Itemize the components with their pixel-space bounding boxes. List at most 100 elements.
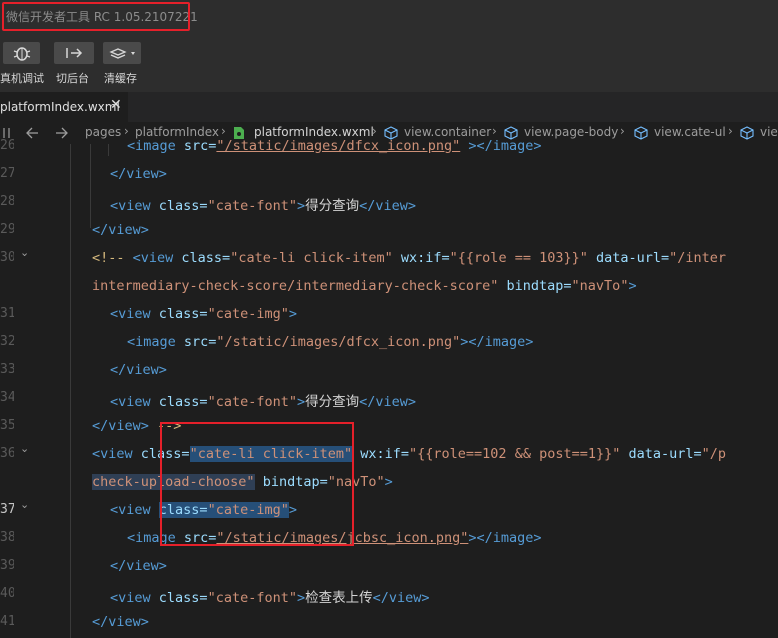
code-token: > — [296, 198, 306, 214]
line-number: 38 — [0, 530, 14, 545]
line-number: 26 — [0, 138, 14, 153]
code-line: intermediary-check-score/intermediary-ch… — [92, 278, 637, 298]
real-device-debug-button[interactable] — [3, 42, 40, 64]
breadcrumb-item-pages[interactable]: pages — [85, 125, 121, 139]
code-token: class= — [158, 198, 208, 214]
code-token: "/static/images/dfcx_icon.png" — [216, 334, 461, 350]
code-token: "cate-font" — [207, 394, 297, 410]
line-number: 31 — [0, 306, 14, 321]
chevron-right-icon: › — [372, 124, 377, 138]
code-token: bindtap= — [498, 278, 572, 294]
code-token: <view — [110, 394, 159, 410]
code-token: <view — [110, 502, 159, 518]
element-cube-icon — [634, 126, 648, 140]
code-token: wx:if= — [352, 446, 410, 462]
line-number: 30 — [0, 250, 14, 265]
annotation-highlight-box — [160, 422, 354, 546]
code-token: "{{role == 103}}" — [449, 250, 588, 266]
switch-background-icon — [66, 48, 83, 58]
code-token: </view> — [359, 198, 417, 214]
chevron-right-icon: › — [221, 124, 226, 138]
chevron-right-icon: › — [124, 124, 129, 138]
code-token: "cate-font" — [207, 590, 297, 606]
code-line: <image src="/static/images/dfcx_icon.png… — [127, 138, 542, 158]
chevron-right-icon: › — [492, 124, 497, 138]
code-line: </view> — [92, 222, 149, 242]
code-token: </view> — [92, 418, 158, 434]
code-line: <view class="cate-font">得分查询</view> — [110, 194, 416, 214]
line-number: 40 — [0, 586, 14, 601]
code-token: "/static/images/dfcx_icon.png" — [216, 138, 461, 154]
breadcrumb-item-file[interactable]: platformIndex.wxml — [254, 125, 374, 139]
code-token: data-url= — [620, 446, 702, 462]
code-token: > — [296, 590, 306, 606]
code-text: 检查表上传 — [305, 590, 373, 606]
code-token: </view> — [92, 222, 149, 238]
code-token: "/inter — [669, 250, 727, 266]
line-number: 41 — [0, 614, 14, 629]
element-cube-icon — [740, 126, 754, 140]
code-token: ></image> — [468, 530, 542, 546]
code-token: > — [628, 278, 637, 294]
switch-background-button[interactable] — [54, 42, 94, 64]
code-token: "cate-li click-item" — [230, 250, 393, 266]
line-number: 39 — [0, 558, 14, 573]
title-highlight-box — [2, 2, 190, 31]
code-token: <view — [132, 250, 182, 266]
clear-cache-button[interactable] — [103, 42, 141, 64]
code-token: class= — [158, 306, 208, 322]
code-token: > — [288, 306, 297, 322]
code-line: <view class="cate-img"> — [110, 306, 297, 326]
code-token: src= — [183, 138, 217, 154]
code-token: src= — [183, 334, 217, 350]
line-number: 28 — [0, 194, 14, 209]
code-text: 得分查询 — [305, 198, 360, 214]
code-token: <image — [127, 138, 184, 154]
close-icon[interactable]: ✕ — [110, 97, 122, 113]
layers-icon — [109, 48, 135, 59]
breadcrumb-item-view-container[interactable]: view.container — [404, 125, 491, 139]
code-token: ></image> — [460, 138, 542, 154]
chevron-down-icon[interactable]: ⌄ — [20, 246, 29, 259]
clear-cache-label: 清缓存 — [104, 72, 137, 85]
line-number: 35 — [0, 418, 14, 433]
line-number: 34 — [0, 390, 14, 405]
chevron-down-icon[interactable]: ⌄ — [20, 442, 29, 455]
code-token: intermediary-check-score/intermediary-ch… — [92, 278, 499, 294]
code-token: "cate-img" — [207, 306, 289, 322]
title-bar: 微信开发者工具 RC 1.05.2107221 — [0, 0, 778, 36]
code-token: </view> — [110, 166, 167, 182]
code-token: > — [296, 394, 306, 410]
bug-icon — [13, 47, 31, 61]
code-token: </view> — [110, 558, 167, 574]
breadcrumb-item-platformindex[interactable]: platformIndex — [135, 125, 219, 139]
indent-guide — [70, 144, 71, 638]
code-line: </view> — [110, 558, 167, 578]
code-token: <view — [110, 590, 159, 606]
code-token: </view> — [92, 614, 149, 630]
breadcrumb-item-view-page-body[interactable]: view.page-body — [524, 125, 618, 139]
switch-background-label: 切后台 — [56, 72, 89, 85]
arrow-left-icon[interactable] — [24, 126, 40, 140]
breadcrumb-item-view-cate-ul[interactable]: view.cate-ul — [654, 125, 726, 139]
indent-guide — [90, 144, 91, 228]
code-token: <!-- — [92, 250, 133, 266]
breadcrumb-item-view-truncated[interactable]: vie — [760, 125, 778, 139]
code-token: <view — [110, 198, 159, 214]
tab-platformindex-wxml[interactable]: platformIndex.wxml ✕ — [0, 92, 128, 122]
code-editor[interactable]: <image src="/static/images/dfcx_icon.png… — [44, 138, 778, 638]
line-number: 27 — [0, 166, 14, 181]
code-token: wx:if= — [392, 250, 450, 266]
code-token: </view> — [372, 590, 430, 606]
editor-tab-bar: platformIndex.wxml ✕ — [0, 92, 778, 122]
code-line: <view class="cate-font">检查表上传</view> — [110, 586, 430, 606]
chevron-right-icon: › — [728, 124, 733, 138]
code-line: <image src="/static/images/dfcx_icon.png… — [127, 334, 533, 354]
line-number-gutter: 26 27 28 29 30 ⌄ 31 32 33 34 35 36 ⌄ 37 … — [0, 138, 44, 638]
code-token: class= — [158, 590, 208, 606]
code-token: </view> — [110, 362, 167, 378]
chevron-down-icon[interactable]: ⌄ — [20, 498, 29, 511]
code-token: <image — [127, 334, 184, 350]
arrow-right-icon[interactable] — [54, 126, 70, 140]
code-token: "navTo" — [571, 278, 629, 294]
